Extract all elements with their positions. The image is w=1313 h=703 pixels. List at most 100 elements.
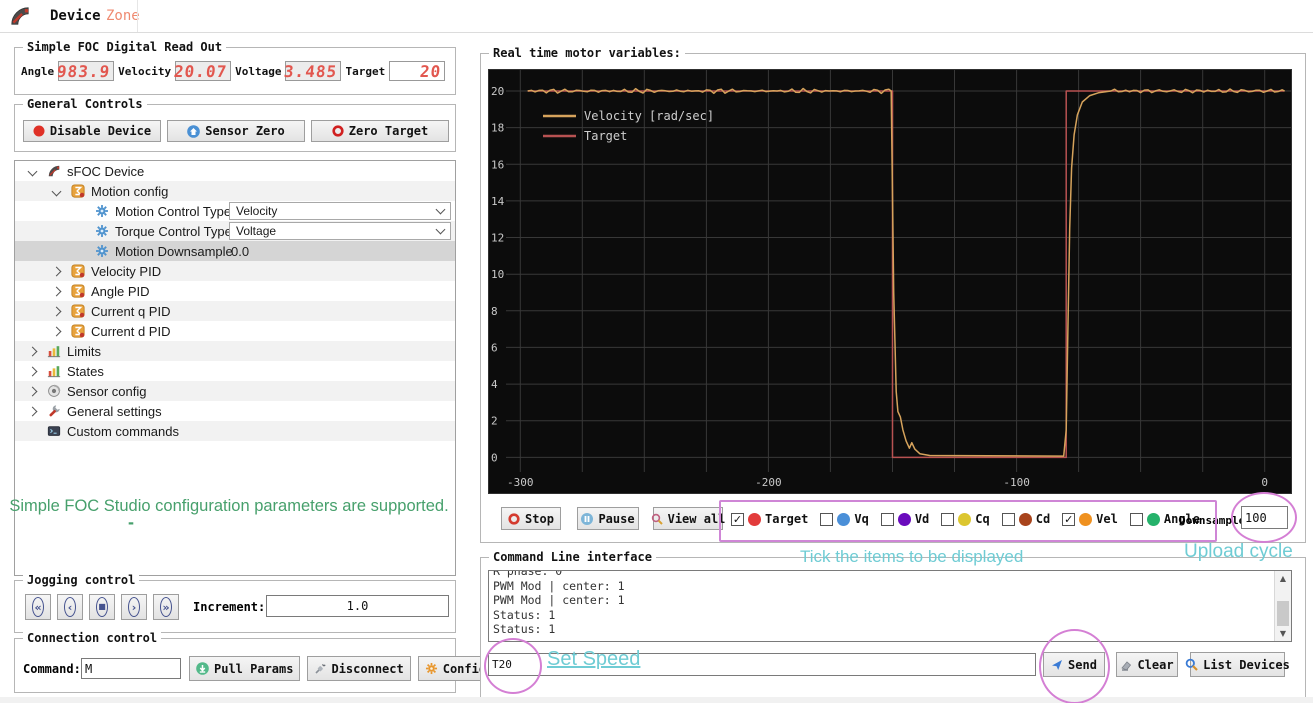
circle-annotation-send [1039,629,1110,703]
jog-stop-button[interactable]: ■ [89,594,115,620]
jog-right-icon: › [128,597,140,617]
tree-row-current-d-pid[interactable]: Current d PID [15,321,455,341]
stop-icon [508,512,520,525]
tree-row-custom-commands[interactable]: Custom commands [15,421,455,441]
tree-chevron-right-icon[interactable] [27,406,38,417]
tree-chevron-right-icon[interactable] [51,306,62,317]
top-tab-bar: Device Zone [0,0,1313,33]
tree-label: States [67,364,104,379]
pull-params-label: Pull Params [214,661,294,676]
list-devices-button[interactable]: List Devices [1185,652,1290,677]
jog-left-icon: ‹ [64,597,76,617]
command-label: Command: [23,662,81,676]
tree-chevron-right-icon[interactable] [27,366,38,377]
svg-text:18: 18 [491,122,504,135]
scroll-down-icon[interactable]: ▼ [1275,626,1291,641]
tree-label: Motion Control Type [115,204,232,219]
svg-text:6: 6 [491,341,498,354]
tab-zone[interactable]: Zone [106,8,140,24]
cli-line: Status: 1 [493,607,556,622]
tree-chevron-down-icon[interactable] [51,186,62,197]
tree-chevron-right-icon[interactable] [27,346,38,357]
red-ring-icon [332,125,344,137]
cli-line: Status: 1 [493,622,556,636]
circle-annotation-command [484,638,542,694]
connection-control-title: Connection control [23,631,162,645]
disable-device-button[interactable]: Disable Device [23,120,161,142]
stop-button[interactable]: Stop [501,507,561,530]
dro-label-target: Target [345,64,386,78]
tree-row-sfoc-device[interactable]: sFOC Device [15,161,455,181]
sigma-icon [71,304,85,318]
connection-control-group: Connection control Command: Pull Params D… [14,631,515,693]
realtime-variables-group: Real time motor variables: 0 2 4 6 8 10 12 14 16… [480,46,1306,543]
scroll-up-icon[interactable]: ▲ [1275,571,1291,586]
tree-label: Current d PID [91,324,171,339]
clear-button[interactable]: Clear [1116,652,1178,677]
tree-label: General settings [67,404,162,419]
clear-eraser-icon [1121,660,1132,671]
gear-icon [95,224,109,238]
general-controls-group: General Controls Disable Device Sensor Ze… [14,97,456,152]
tree-row-motion-control-type[interactable]: Motion Control Type Velocity [15,201,455,221]
tree-row-limits[interactable]: Limits [15,341,455,361]
jogging-control-title: Jogging control [23,573,140,587]
gear-icon [95,244,109,258]
tree-label: Angle PID [91,284,150,299]
view-all-button[interactable]: View all [651,507,725,530]
tree-row-sensor-config[interactable]: Sensor config [15,381,455,401]
bars-icon [47,344,61,358]
tree-chevron-right-icon[interactable] [51,286,62,297]
sensor-zero-button[interactable]: Sensor Zero [167,120,305,142]
window-bottom-strip [0,697,1313,703]
terminal-icon [47,424,61,438]
pause-button[interactable]: Pause [577,507,639,530]
tree-row-motion-downsample[interactable]: Motion Downsample 0.0 [15,241,455,261]
disconnect-button[interactable]: Disconnect [307,656,411,681]
tree-row-torque-control-type[interactable]: Torque Control Type Voltage [15,221,455,241]
note-dash: - [128,512,134,532]
digital-readout-row: Angle 983.9 Velocity 20.07 Voltage 3.485 Targe… [21,61,451,81]
tree-chevron-right-icon[interactable] [27,386,38,397]
dro-value-angle: 983.9 [56,61,115,81]
tree-chevron-right-icon[interactable] [51,326,62,337]
dro-value-target[interactable]: 20 [389,61,446,81]
dropdown-value: Velocity [236,204,278,218]
wrench-icon [47,404,61,418]
zero-target-button[interactable]: Zero Target [311,120,449,142]
tree-row-current-q-pid[interactable]: Current q PID [15,301,455,321]
increment-input[interactable] [266,595,449,617]
tree-row-general-settings[interactable]: General settings [15,401,455,421]
tree-chevron-right-icon[interactable] [51,266,62,277]
tree-chevron-down-icon[interactable] [27,166,38,177]
tab-device[interactable]: Device [50,8,101,24]
scroll-thumb[interactable] [1277,601,1289,627]
motion-control-type-dropdown[interactable]: Velocity [229,202,451,220]
command-input[interactable] [81,658,181,679]
jog-right-button[interactable]: › [121,594,147,620]
tree-row-velocity-pid[interactable]: Velocity PID [15,261,455,281]
increment-label: Increment: [193,600,266,614]
tree-row-motion-config[interactable]: Motion config [15,181,455,201]
cli-line: PWM Mod | center: 1 [493,578,625,593]
sigma-icon [71,284,85,298]
cli-scrollbar[interactable]: ▲ ▼ [1274,571,1291,641]
motion-downsample-value: 0.0 [231,244,250,259]
tree-row-angle-pid[interactable]: Angle PID [15,281,455,301]
jog-fast-right-button[interactable]: » [153,594,179,620]
svg-text:0: 0 [1261,476,1268,489]
tab-divider [137,0,138,32]
svg-text:Velocity [rad/sec]: Velocity [rad/sec] [584,109,714,123]
checkbox-highlight-rect [719,500,1217,542]
jog-fast-left-button[interactable]: « [25,594,51,620]
pull-params-button[interactable]: Pull Params [189,656,301,681]
jog-left-button[interactable]: ‹ [57,594,83,620]
gear-icon [95,204,109,218]
torque-control-type-dropdown[interactable]: Voltage [229,222,451,240]
sigma-icon [71,184,85,198]
dro-label-angle: Angle [21,64,55,78]
chevron-down-icon [435,224,446,235]
chevron-down-icon [435,204,446,215]
svg-text:0: 0 [491,451,498,464]
tree-row-states[interactable]: States [15,361,455,381]
